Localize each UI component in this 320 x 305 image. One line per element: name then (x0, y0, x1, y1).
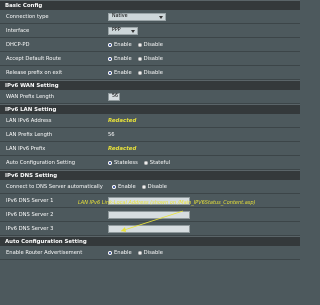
annotation-arrow-icon (120, 210, 184, 232)
ipv6-settings-panel: Basic Config Connection type Native Inte… (0, 0, 300, 305)
